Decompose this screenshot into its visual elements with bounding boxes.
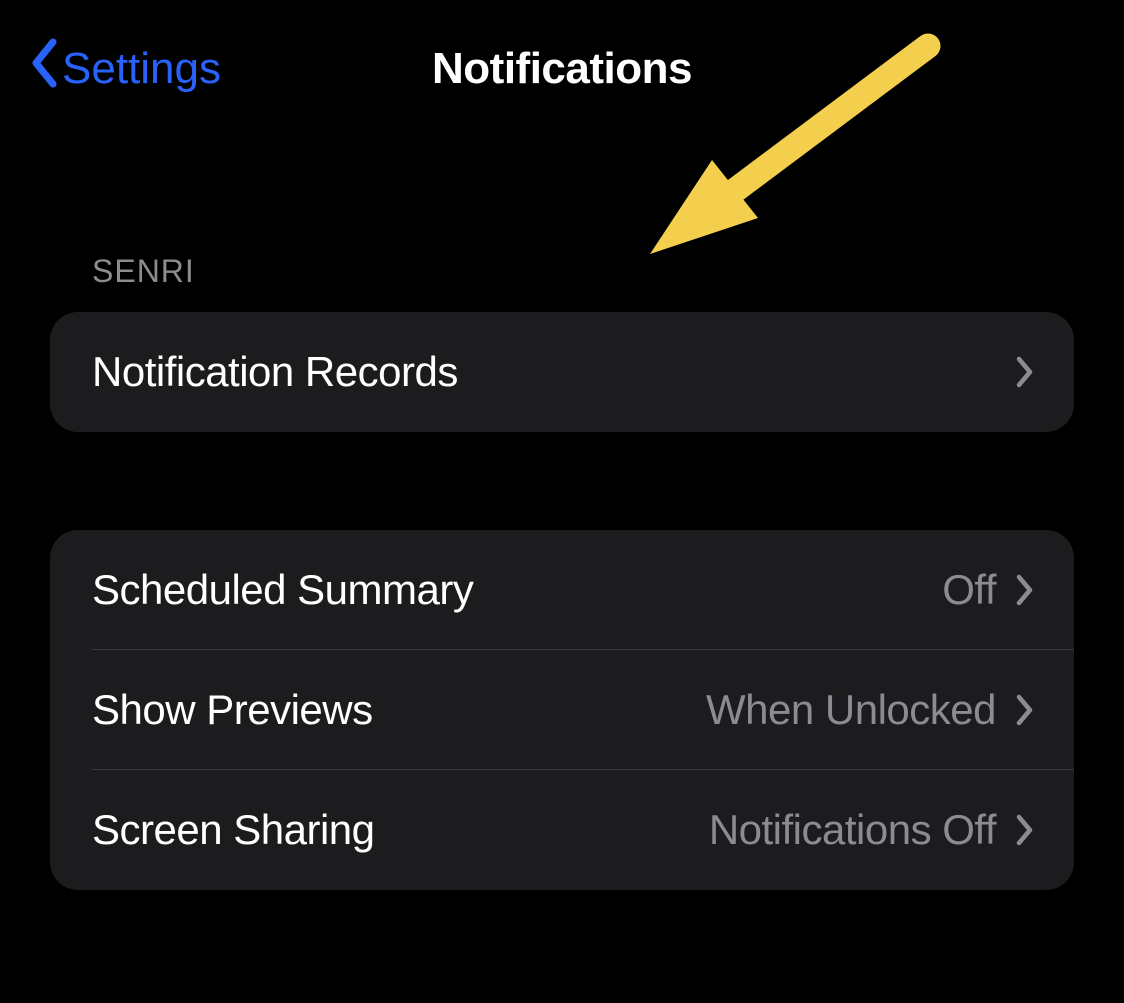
row-show-previews[interactable]: Show Previews When Unlocked bbox=[50, 650, 1074, 770]
row-label: Notification Records bbox=[92, 348, 458, 396]
row-label: Scheduled Summary bbox=[92, 566, 473, 614]
row-right bbox=[1016, 356, 1034, 388]
row-right: Off bbox=[942, 566, 1034, 614]
settings-group-senri: Notification Records bbox=[50, 312, 1074, 432]
row-scheduled-summary[interactable]: Scheduled Summary Off bbox=[50, 530, 1074, 650]
row-value: Notifications Off bbox=[709, 806, 996, 854]
row-label: Screen Sharing bbox=[92, 806, 375, 854]
page-title: Notifications bbox=[432, 44, 692, 94]
chevron-right-icon bbox=[1016, 694, 1034, 726]
back-label: Settings bbox=[62, 44, 221, 94]
back-button[interactable]: Settings bbox=[30, 38, 221, 99]
row-label: Show Previews bbox=[92, 686, 373, 734]
section-header-senri: SENRI bbox=[92, 253, 1074, 290]
row-value: Off bbox=[942, 566, 996, 614]
row-screen-sharing[interactable]: Screen Sharing Notifications Off bbox=[50, 770, 1074, 890]
chevron-right-icon bbox=[1016, 574, 1034, 606]
chevron-right-icon bbox=[1016, 814, 1034, 846]
row-right: When Unlocked bbox=[706, 686, 1034, 734]
nav-header: Settings Notifications bbox=[0, 0, 1124, 99]
row-notification-records[interactable]: Notification Records bbox=[50, 312, 1074, 432]
chevron-right-icon bbox=[1016, 356, 1034, 388]
row-right: Notifications Off bbox=[709, 806, 1034, 854]
chevron-left-icon bbox=[30, 38, 58, 99]
settings-group-general: Scheduled Summary Off Show Previews When… bbox=[50, 530, 1074, 890]
row-value: When Unlocked bbox=[706, 686, 996, 734]
